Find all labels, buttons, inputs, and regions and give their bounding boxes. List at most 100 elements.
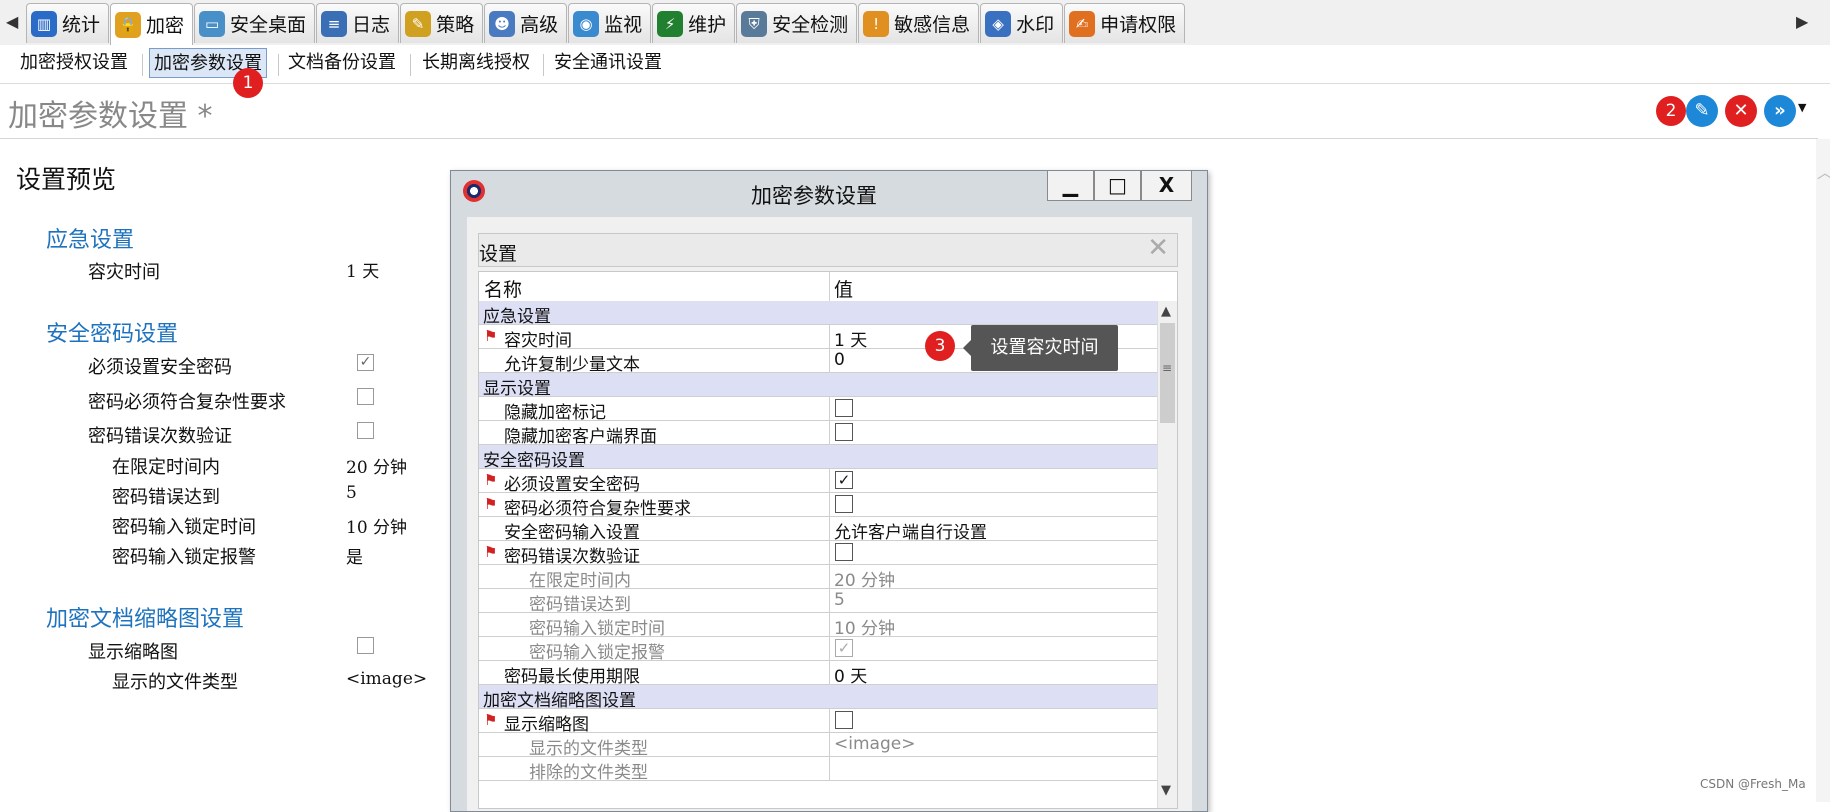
flag-icon: ⚑ bbox=[484, 543, 498, 561]
dialog-titlebar[interactable]: 加密参数设置 ▁ □ X bbox=[451, 171, 1207, 213]
page-scrollbar[interactable]: ︿ bbox=[1816, 139, 1830, 802]
maintenance-icon: ⚡ bbox=[657, 10, 684, 37]
flag-icon: ⚑ bbox=[484, 711, 498, 729]
app-logo-icon bbox=[463, 180, 485, 202]
tooltip: 设置容灾时间 bbox=[963, 325, 1118, 371]
preview-title: 设置预览 bbox=[16, 165, 117, 194]
tab-request-permission[interactable]: ✍ 申请权限 bbox=[1064, 3, 1186, 43]
grid-row-disabled: 密码错误达到 5 bbox=[479, 589, 1157, 615]
tab-advanced[interactable]: ☻ 高级 bbox=[484, 3, 568, 43]
row-name: 安全密码输入设置 bbox=[504, 523, 640, 543]
grid-row[interactable]: 隐藏加密标记 bbox=[479, 397, 1157, 423]
preview-label: 容灾时间 bbox=[88, 262, 160, 283]
preview-label: 密码错误次数验证 bbox=[88, 426, 232, 447]
dialog-title: 加密参数设置 bbox=[751, 184, 877, 208]
row-checkbox[interactable] bbox=[835, 711, 853, 729]
row-checkbox[interactable] bbox=[835, 423, 853, 441]
tab-log[interactable]: ≡ 日志 bbox=[316, 3, 400, 43]
tab-maintenance[interactable]: ⚡ 维护 bbox=[652, 3, 736, 43]
row-name: 在限定时间内 bbox=[529, 571, 631, 591]
tab-encrypt[interactable]: 🔒 加密 bbox=[110, 3, 194, 45]
row-checkbox[interactable] bbox=[835, 543, 853, 561]
preview-value: 10 分钟 bbox=[346, 518, 408, 538]
subtab-encrypt-auth[interactable]: 加密授权设置 bbox=[16, 48, 132, 78]
row-checkbox[interactable] bbox=[835, 399, 853, 417]
grid-section-row[interactable]: 安全密码设置 bbox=[479, 445, 1157, 471]
preview-label: 密码输入锁定时间 bbox=[112, 517, 256, 538]
minimize-button[interactable]: ▁ bbox=[1047, 171, 1094, 201]
tab-secure-desktop[interactable]: ▭ 安全桌面 bbox=[194, 3, 316, 43]
preview-checkbox bbox=[357, 422, 374, 439]
row-name: 密码必须符合复杂性要求 bbox=[504, 499, 691, 519]
preview-checkbox-checked: ✓ bbox=[357, 354, 374, 371]
tab-watermark[interactable]: ◈ 水印 bbox=[980, 3, 1064, 43]
step-badge-1: 1 bbox=[233, 68, 263, 98]
grid-header: 名称 值 bbox=[479, 272, 1177, 301]
tab-label: 日志 bbox=[352, 14, 391, 36]
row-value: 10 分钟 bbox=[834, 619, 896, 639]
more-actions-button[interactable]: » bbox=[1764, 95, 1796, 127]
row-checkbox[interactable] bbox=[835, 495, 853, 513]
section-label: 安全密码设置 bbox=[483, 451, 585, 471]
preview-value: <image> bbox=[346, 669, 428, 689]
row-name: 密码输入锁定时间 bbox=[529, 619, 665, 639]
scroll-right-icon[interactable]: ▶ bbox=[1796, 12, 1808, 31]
row-value[interactable]: 1 天 bbox=[834, 326, 867, 351]
grid-scrollbar[interactable]: ▲ ≡ ▼ bbox=[1157, 301, 1177, 808]
edit-button[interactable]: ✎ bbox=[1686, 95, 1718, 127]
grid-row[interactable]: ⚑ 显示缩略图 bbox=[479, 709, 1157, 735]
maximize-button[interactable]: □ bbox=[1094, 171, 1141, 201]
grid-row[interactable]: 安全密码输入设置 允许客户端自行设置 bbox=[479, 517, 1157, 543]
chevron-down-icon[interactable]: ▼ bbox=[1798, 101, 1806, 114]
tab-sensitive-info[interactable]: ! 敏感信息 bbox=[858, 3, 980, 43]
step-badge-3: 3 bbox=[925, 331, 955, 361]
row-name: 排除的文件类型 bbox=[529, 763, 648, 783]
tab-label: 统计 bbox=[62, 14, 101, 36]
row-name: 密码错误次数验证 bbox=[504, 547, 640, 567]
close-button[interactable]: X bbox=[1141, 171, 1192, 201]
section-label: 显示设置 bbox=[483, 379, 551, 399]
scroll-left-icon[interactable]: ◀ bbox=[6, 12, 18, 31]
cancel-button[interactable]: ✕ bbox=[1725, 95, 1757, 127]
tab-label: 监视 bbox=[604, 14, 643, 36]
preview-value: 20 分钟 bbox=[346, 458, 408, 478]
grid-row[interactable]: ⚑ 必须设置安全密码 ✓ bbox=[479, 469, 1157, 495]
section-label: 加密文档缩略图设置 bbox=[483, 691, 636, 711]
scroll-up-icon[interactable]: ︿ bbox=[1817, 159, 1830, 183]
tab-label: 安全检测 bbox=[772, 14, 849, 36]
tab-stats[interactable]: ▥ 统计 bbox=[26, 3, 110, 43]
flag-icon: ⚑ bbox=[484, 495, 498, 513]
grid-section-row[interactable]: 显示设置 bbox=[479, 373, 1157, 399]
tab-security-check[interactable]: ⛨ 安全检测 bbox=[736, 3, 858, 43]
column-header-value: 值 bbox=[834, 279, 854, 301]
row-value[interactable]: 0 天 bbox=[834, 662, 867, 687]
double-chevron-icon: » bbox=[1774, 100, 1786, 121]
row-value: 20 分钟 bbox=[834, 571, 896, 591]
grid-row[interactable]: ⚑ 密码错误次数验证 bbox=[479, 541, 1157, 567]
sub-tab-bar: 加密授权设置 加密参数设置 文档备份设置 长期离线授权 安全通讯设置 bbox=[0, 45, 1830, 84]
divider bbox=[0, 138, 1818, 139]
preview-checkbox bbox=[357, 388, 374, 405]
subtab-secure-comm[interactable]: 安全通讯设置 bbox=[550, 48, 666, 78]
subtab-offline-auth[interactable]: 长期离线授权 bbox=[418, 48, 534, 78]
row-value: 5 bbox=[834, 590, 845, 610]
grid-row[interactable]: 密码最长使用期限 0 天 bbox=[479, 661, 1157, 687]
grid-row[interactable]: 隐藏加密客户端界面 bbox=[479, 421, 1157, 447]
subtab-doc-backup[interactable]: 文档备份设置 bbox=[284, 48, 400, 78]
row-value[interactable]: 0 bbox=[834, 350, 845, 370]
grid-section-row[interactable]: 加密文档缩略图设置 bbox=[479, 685, 1157, 711]
scroll-down-icon[interactable]: ▼ bbox=[1161, 783, 1171, 798]
row-value[interactable]: 允许客户端自行设置 bbox=[834, 518, 987, 543]
scroll-up-icon[interactable]: ▲ bbox=[1161, 304, 1171, 319]
grid-section-row[interactable]: 应急设置 bbox=[479, 301, 1157, 327]
row-name: 隐藏加密客户端界面 bbox=[504, 427, 657, 447]
tab-monitor[interactable]: ◉ 监视 bbox=[568, 3, 652, 43]
row-name: 密码最长使用期限 bbox=[504, 667, 640, 687]
tab-label: 敏感信息 bbox=[894, 14, 971, 36]
settings-header: 设置 ✕ bbox=[478, 233, 1178, 267]
tab-policy[interactable]: ✎ 策略 bbox=[400, 3, 484, 43]
grid-row[interactable]: ⚑ 密码必须符合复杂性要求 bbox=[479, 493, 1157, 519]
encrypt-params-dialog: 加密参数设置 ▁ □ X 设置 ✕ 名称 值 应急设置 ⚑ 容灾时间 1 天 允许复… bbox=[450, 170, 1208, 812]
row-checkbox-checked[interactable]: ✓ bbox=[835, 471, 853, 489]
clear-icon[interactable]: ✕ bbox=[1147, 233, 1169, 263]
